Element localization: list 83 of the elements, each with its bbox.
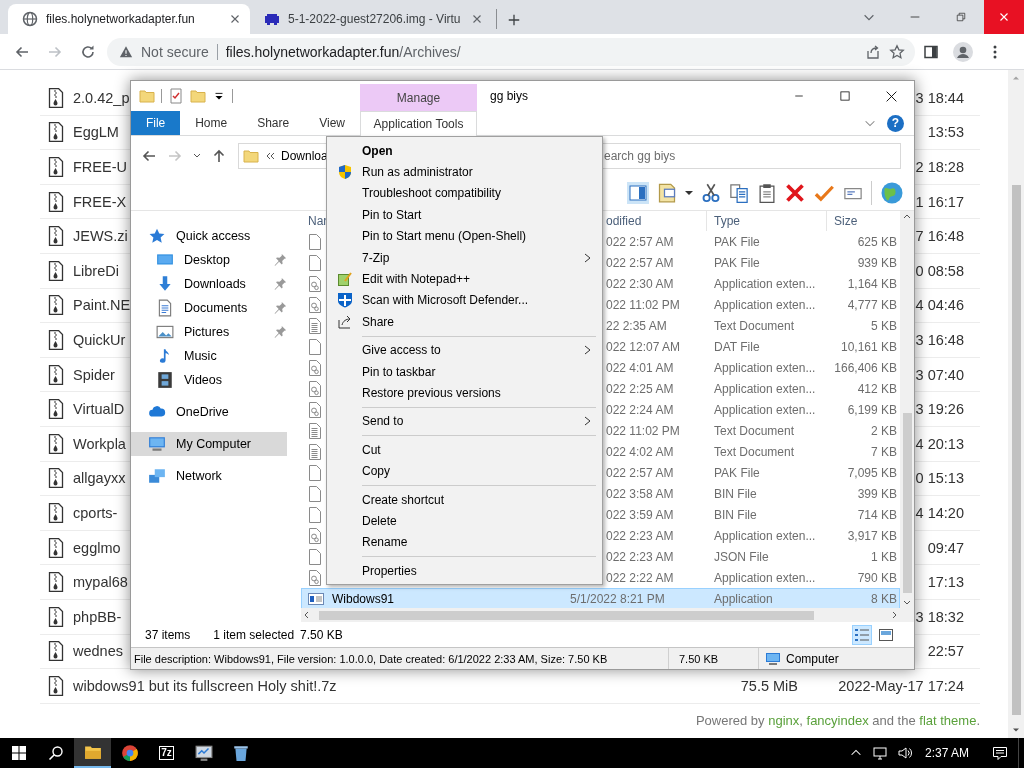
file-size: 2 KB [871,423,897,438]
file-size: 7 KB [871,444,897,459]
selection-size: 7.50 KB [300,627,343,642]
file-size: 75.5 MiB [739,677,798,694]
file-size: 7,095 KB [847,465,897,480]
file-type: Application exten... [714,297,816,312]
file-size: 10,161 KB [840,339,897,354]
footer-text: Powered by nginx, fancyindex and the flat theme. [695,712,980,728]
file-date: 13:53 [927,124,964,141]
item-count: 37 items [145,627,191,642]
file-date: 17:13 [927,574,964,591]
file-date: 22 2:35 AM [606,318,667,333]
file-size: 625 KB [857,234,897,249]
file-type: PAK File [714,465,760,480]
file-date: 3 18:44 [915,89,964,106]
window-title: gg biys [489,89,530,103]
file-date: 1 16:17 [915,193,964,210]
file-size: 166,406 KB [834,360,897,375]
file-size: 8 KB [871,591,897,606]
file-date: 022 2:57 AM [606,465,674,480]
file-type: PAK File [714,255,760,270]
file-type: PAK File [714,234,760,249]
file-date: 4 14:20 [915,504,964,521]
file-type: Text Document [714,423,795,438]
file-size: 7.50 KB [679,652,719,665]
file-date: 022 2:23 AM [606,528,674,543]
file-type: BIN File [714,507,757,522]
file-date: 022 3:59 AM [606,507,674,522]
file-date: 022 11:02 PM [606,423,680,438]
file-type: DAT File [714,339,760,354]
file-date: 0 08:58 [915,262,964,279]
file-type: JSON File [714,549,769,564]
ribbon-group-label: Manage [396,90,441,105]
file-type: Application exten... [714,570,816,585]
file-size: 6,199 KB [847,402,897,417]
file-size: 714 KB [857,507,897,522]
file-type: Application [714,591,773,606]
file-date: 09:47 [927,539,964,556]
file-date: 022 2:30 AM [606,276,674,291]
file-date: 2 18:28 [915,159,964,175]
file-size: 5 KB [871,318,897,333]
file-date: 3 19:26 [915,401,964,418]
file-type: Application exten... [714,381,816,396]
file-date: 022 11:02 PM [606,297,680,312]
file-type: Application exten... [714,276,816,291]
file-size: 399 KB [857,486,897,501]
file-date: 3 07:40 [915,366,964,383]
file-date: 2022-May-17 17:24 [838,677,964,694]
file-type: Application exten... [714,360,816,375]
file-date: 022 4:02 AM [606,444,674,459]
file-date: 4 04:46 [915,297,964,314]
file-name: Wibdows91 [332,591,395,606]
file-date: 0 15:13 [915,470,964,487]
file-date: 3 16:48 [915,331,964,348]
file-date: 022 2:24 AM [606,402,674,417]
file-date: 022 2:22 AM [606,570,674,585]
file-date: 022 2:25 AM [606,381,674,396]
file-date: 022 2:23 AM [606,549,674,564]
file-date: 022 3:58 AM [606,486,674,501]
file-date: 22:57 [927,643,964,660]
file-size: 3,917 KB [847,528,897,543]
file-size: 1,164 KB [847,276,897,291]
file-type: Text Document [714,318,795,333]
selection-count: 1 item selected [213,627,295,642]
file-date: 3 18:32 [915,608,964,625]
file-date: 022 2:57 AM [606,234,674,249]
file-date: 022 2:57 AM [606,255,674,270]
file-type: Application exten... [714,528,816,543]
file-type: BIN File [714,486,757,501]
file-size: 939 KB [857,255,897,270]
file-date: 022 4:01 AM [606,360,674,375]
file-size: 412 KB [857,381,897,396]
location-label: Computer [786,651,839,666]
file-details: File description: Wibdows91, File version: 1.0.0.0, Date created: 6/1/2022 2:33 AM, Size: 7.50 KB [134,652,608,665]
file-date: 7 16:48 [915,228,964,245]
file-size: 1 KB [871,549,897,564]
file-date: 4 20:13 [915,435,964,452]
file-size: 4,777 KB [847,297,897,312]
file-type: Application exten... [714,402,816,417]
file-date: 5/1/2022 8:21 PM [570,591,665,606]
file-type: Text Document [714,444,795,459]
file-date: 022 12:07 AM [606,339,681,354]
file-size: 790 KB [857,570,897,585]
